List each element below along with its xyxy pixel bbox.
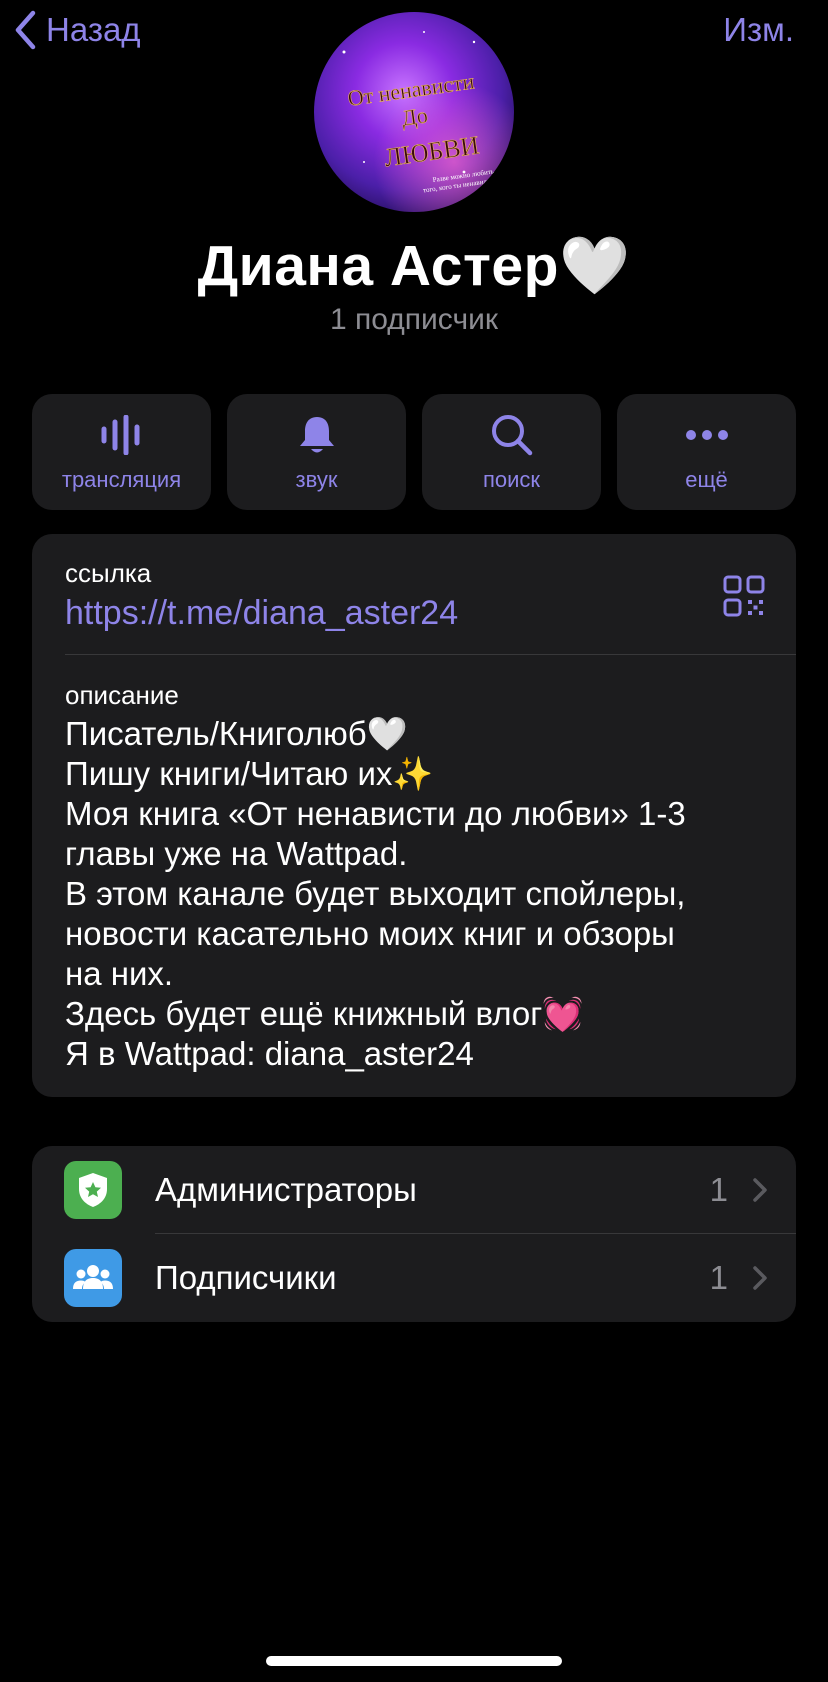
channel-avatar[interactable]: От ненависти До ЛЮБВИ Разве можно любить… — [314, 12, 514, 212]
description-line: Здесь будет ещё книжный влог💓 — [65, 995, 584, 1032]
more-icon — [685, 430, 728, 440]
avatar-text-line2: До — [400, 102, 429, 130]
broadcast-button[interactable]: трансляция — [32, 394, 211, 510]
subscribers-row[interactable]: Подписчики 1 — [32, 1234, 796, 1322]
chevron-left-icon — [15, 10, 36, 50]
search-icon — [491, 415, 532, 456]
back-button-label: Назад — [46, 11, 141, 48]
more-button[interactable]: ещё — [617, 394, 796, 510]
subscribers-label: Подписчики — [155, 1259, 337, 1296]
description-line: В этом канале будет выходит спойлеры, — [65, 875, 686, 912]
description-line: главы уже на Wattpad. — [65, 835, 408, 872]
description-line: Я в Wattpad: diana_aster24 — [65, 1035, 474, 1072]
broadcast-icon — [101, 415, 139, 455]
sound-button-label: звук — [295, 467, 338, 492]
description-line: Пишу книги/Читаю их✨ — [65, 755, 434, 792]
administrators-row[interactable]: Администраторы 1 — [32, 1146, 796, 1234]
description-label: описание — [65, 680, 179, 710]
info-card: ссылка https://t.me/diana_aster24 описан… — [32, 534, 796, 1097]
channel-link[interactable]: https://t.me/diana_aster24 — [65, 594, 458, 633]
bell-icon — [299, 417, 334, 453]
chevron-right-icon — [753, 1266, 767, 1290]
description-line: Моя книга «От ненависти до любви» 1-3 — [65, 795, 686, 832]
description-line: новости касательно моих книг и обзоры — [65, 915, 675, 952]
broadcast-button-label: трансляция — [61, 467, 182, 492]
home-indicator[interactable] — [266, 1656, 562, 1666]
description-line: Писатель/Книголюб🤍 — [65, 715, 408, 752]
chevron-right-icon — [753, 1178, 767, 1202]
channel-subscriber-count: 1 подписчик — [330, 303, 498, 336]
qr-code-button[interactable] — [722, 574, 766, 618]
back-button[interactable]: Назад — [14, 8, 141, 52]
search-button-label: поиск — [482, 467, 541, 492]
search-button[interactable]: поиск — [422, 394, 601, 510]
members-card: Администраторы 1 Подписчики 1 — [32, 1146, 796, 1322]
channel-title: Диана Астер🤍 — [197, 234, 631, 298]
sound-button[interactable]: звук — [227, 394, 406, 510]
link-label: ссылка — [65, 558, 152, 588]
channel-description[interactable]: Писатель/Книголюб🤍 Пишу книги/Читаю их✨ … — [65, 714, 765, 1074]
administrators-count: 1 — [709, 1171, 728, 1208]
card-divider — [65, 654, 796, 655]
qr-code-icon — [723, 575, 765, 617]
edit-button[interactable]: Изм. — [723, 8, 794, 52]
admin-shield-icon — [64, 1161, 122, 1219]
administrators-label: Администраторы — [155, 1171, 417, 1208]
subscribers-count: 1 — [709, 1259, 728, 1296]
subscribers-icon — [64, 1249, 122, 1307]
action-bar: трансляция звук поиск ещё — [32, 394, 796, 510]
more-button-label: ещё — [685, 467, 728, 492]
description-line: на них. — [65, 955, 174, 992]
